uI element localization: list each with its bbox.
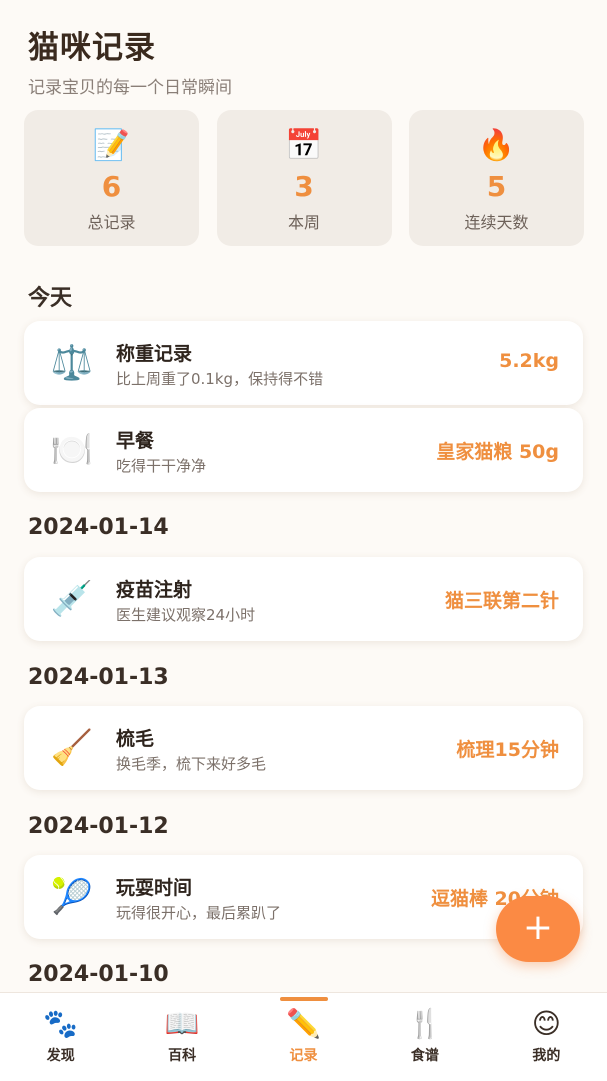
syringe-icon: 💉 <box>50 579 94 619</box>
tab-encyclopedia[interactable]: 📖 百科 <box>121 993 242 1081</box>
calendar-icon: 📅 <box>285 128 323 163</box>
scale-icon: ⚖️ <box>50 343 94 383</box>
tab-recipes[interactable]: 🍴 食谱 <box>364 993 485 1081</box>
add-record-button[interactable]: + <box>496 896 580 962</box>
stat-value: 5 <box>486 170 507 203</box>
record-description: 医生建议观察24小时 <box>116 606 256 624</box>
stat-value: 6 <box>101 170 122 203</box>
tab-records[interactable]: ✏️ 记录 <box>243 993 364 1081</box>
book-icon: 📖 <box>164 1007 200 1040</box>
active-tab-indicator <box>279 997 328 1001</box>
stat-card-total[interactable]: 📝 6 总记录 <box>24 110 199 246</box>
record-description: 比上周重了0.1kg，保持得不错 <box>116 370 324 388</box>
record-value: 猫三联第二针 <box>444 590 559 612</box>
section-date: 2024-01-12 <box>28 814 169 839</box>
stat-label: 总记录 <box>87 213 136 232</box>
broom-icon: 🧹 <box>50 728 94 768</box>
page-subtitle: 记录宝贝的每一个日常瞬间 <box>28 78 232 98</box>
pencil-icon: ✏️ <box>286 1007 321 1040</box>
memo-icon: 📝 <box>92 128 131 163</box>
record-description: 玩得很开心，最后累趴了 <box>116 904 282 922</box>
section-date: 2024-01-13 <box>28 665 169 690</box>
stats-row: 📝 6 总记录 📅 3 本周 🔥 5 连续天数 <box>24 110 584 246</box>
tennis-icon: 🎾 <box>50 877 94 917</box>
fire-icon: 🔥 <box>477 128 516 163</box>
record-card-weight[interactable]: ⚖️ 称重记录 比上周重了0.1kg，保持得不错 5.2kg <box>24 321 583 405</box>
tab-label: 食谱 <box>410 1048 439 1064</box>
record-card-grooming[interactable]: 🧹 梳毛 换毛季，梳下来好多毛 梳理15分钟 <box>24 706 583 790</box>
section-date: 2024-01-14 <box>28 515 169 540</box>
fork-knife-icon: 🍴 <box>407 1007 443 1040</box>
record-card-vaccine[interactable]: 💉 疫苗注射 医生建议观察24小时 猫三联第二针 <box>24 557 583 641</box>
record-value: 5.2kg <box>499 350 559 372</box>
record-value: 梳理15分钟 <box>456 739 559 761</box>
tab-profile[interactable]: 😊 我的 <box>486 993 607 1081</box>
record-title: 早餐 <box>116 430 155 452</box>
stat-card-week[interactable]: 📅 3 本周 <box>216 110 392 246</box>
record-description: 换毛季，梳下来好多毛 <box>116 755 267 773</box>
smile-icon: 😊 <box>531 1007 561 1040</box>
record-value: 皇家猫粮 50g <box>436 441 559 463</box>
tab-label: 我的 <box>532 1048 561 1064</box>
record-description: 吃得干干净净 <box>116 457 207 475</box>
page-title: 猫咪记录 <box>28 30 156 66</box>
record-title: 梳毛 <box>116 728 155 750</box>
section-date-today: 今天 <box>28 286 73 311</box>
section-date: 2024-01-10 <box>28 962 169 987</box>
stat-value: 3 <box>294 170 314 203</box>
record-card-breakfast[interactable]: 🍽️ 早餐 吃得干干净净 皇家猫粮 50g <box>24 408 583 492</box>
bottom-tab-bar: 🐾 发现 📖 百科 ✏️ 记录 🍴 食谱 😊 我的 <box>0 992 607 1081</box>
paw-icon: 🐾 <box>43 1007 79 1040</box>
page-header: 猫咪记录 记录宝贝的每一个日常瞬间 <box>28 22 232 98</box>
tab-label: 发现 <box>46 1048 75 1064</box>
record-title: 疫苗注射 <box>116 579 193 601</box>
stat-label: 本周 <box>287 213 320 232</box>
record-title: 称重记录 <box>116 343 193 365</box>
tab-label: 记录 <box>289 1048 318 1064</box>
stat-label: 连续天数 <box>464 213 529 232</box>
record-title: 玩耍时间 <box>116 877 193 899</box>
plate-icon: 🍽️ <box>50 430 94 470</box>
tab-discover[interactable]: 🐾 发现 <box>0 993 121 1081</box>
stat-card-streak[interactable]: 🔥 5 连续天数 <box>409 110 584 246</box>
tab-label: 百科 <box>168 1048 197 1064</box>
